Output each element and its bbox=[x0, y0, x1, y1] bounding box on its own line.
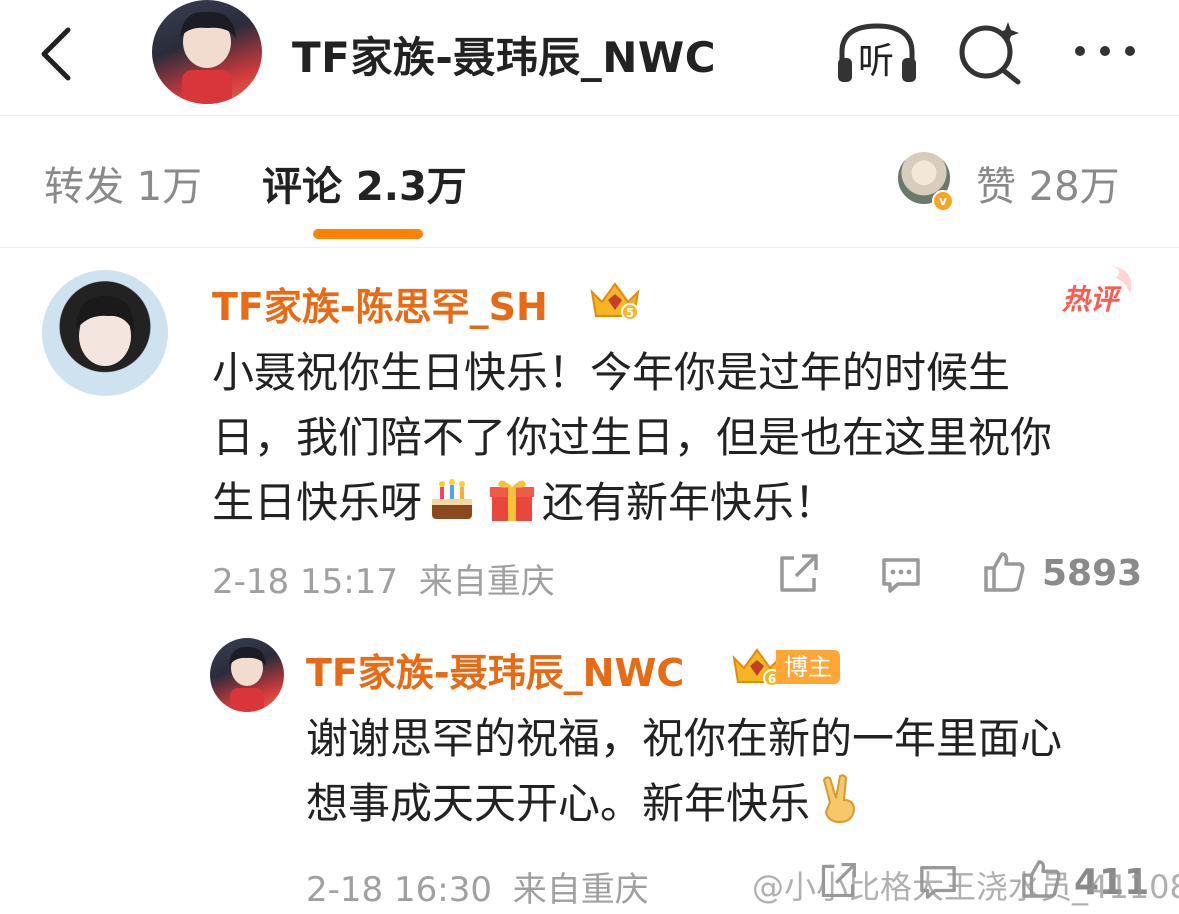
comment-location: 来自重庆 bbox=[418, 562, 555, 602]
watermark-text: @小小比格大王浇水员_41108 bbox=[752, 868, 1179, 906]
crown-level: 6 bbox=[768, 672, 776, 686]
hot-label: 热评 bbox=[1062, 283, 1119, 316]
like-thumb-icon[interactable] bbox=[982, 550, 1026, 592]
active-tab-indicator bbox=[313, 229, 423, 239]
listen-button[interactable]: 听 bbox=[834, 18, 920, 84]
comment-author-avatar[interactable] bbox=[42, 270, 168, 396]
comment-like-count: 5893 bbox=[1042, 553, 1143, 594]
more-dots-icon[interactable] bbox=[1070, 36, 1140, 66]
tab-comment[interactable]: 评论 2.3万 bbox=[262, 154, 467, 212]
comment-line-text: 生日快乐呀 bbox=[212, 478, 423, 527]
top-bar: TF家族-聂玮辰_NWC 听 bbox=[0, 0, 1179, 116]
reply-author-avatar[interactable] bbox=[210, 638, 284, 712]
tab-bar: 转发 1万 评论 2.3万 v 赞 28万 bbox=[0, 116, 1179, 248]
comment-author-name[interactable]: TF家族-陈思罕_SH bbox=[212, 276, 548, 331]
comment-line: 小聂祝你生日快乐！今年你是过年的时候生 bbox=[212, 348, 1011, 397]
crown-level: 5 bbox=[626, 306, 634, 320]
comment-line-text: 还有新年快乐！ bbox=[542, 478, 837, 527]
victory-hand-icon bbox=[822, 774, 856, 824]
reply-author-name[interactable]: TF家族-聂玮辰_NWC bbox=[306, 642, 684, 697]
chevron-left-icon[interactable] bbox=[30, 22, 86, 86]
reply-location: 来自重庆 bbox=[512, 870, 649, 910]
reply-meta: 2-18 16:30 来自重庆 bbox=[306, 862, 649, 911]
comment-icon[interactable] bbox=[880, 554, 922, 594]
reply-line-with-emoji: 想事成天天开心。新年快乐 bbox=[306, 771, 1146, 836]
comment-time: 2-18 15:17 bbox=[212, 562, 398, 602]
comment-line-with-emoji: 生日快乐呀 还有新年快乐！ bbox=[212, 470, 1132, 535]
blogger-badge: 博主 bbox=[776, 650, 840, 684]
comment-meta: 2-18 15:17 来自重庆 bbox=[212, 554, 555, 603]
comment-body: 小聂祝你生日快乐！今年你是过年的时候生 日，我们陪不了你过生日，但是也在这里祝你… bbox=[212, 340, 1132, 535]
reply-time: 2-18 16:30 bbox=[306, 870, 492, 910]
tab-like[interactable]: 赞 28万 bbox=[976, 154, 1120, 212]
verified-badge-icon: v bbox=[932, 190, 954, 212]
hot-comment-badge: 热评 bbox=[1060, 264, 1140, 318]
gift-box-icon bbox=[490, 480, 535, 521]
reply-line-text: 想事成天天开心。新年快乐 bbox=[306, 779, 811, 828]
page-title: TF家族-聂玮辰_NWC bbox=[292, 33, 717, 82]
reply-body: 谢谢思罕的祝福，祝你在新的一年里面心 想事成天天开心。新年快乐 bbox=[306, 706, 1146, 836]
tab-repost[interactable]: 转发 1万 bbox=[44, 154, 202, 212]
birthday-cake-icon bbox=[432, 479, 473, 519]
header-avatar[interactable] bbox=[152, 0, 262, 104]
listen-label: 听 bbox=[858, 41, 895, 82]
reply-line: 谢谢思罕的祝福，祝你在新的一年里面心 bbox=[306, 714, 1063, 763]
search-sparkle-icon[interactable] bbox=[954, 18, 1026, 86]
comment-line: 日，我们陪不了你过生日，但是也在这里祝你 bbox=[212, 413, 1053, 462]
share-icon[interactable] bbox=[776, 552, 820, 594]
fan-crown-icon: 5 bbox=[590, 282, 640, 321]
